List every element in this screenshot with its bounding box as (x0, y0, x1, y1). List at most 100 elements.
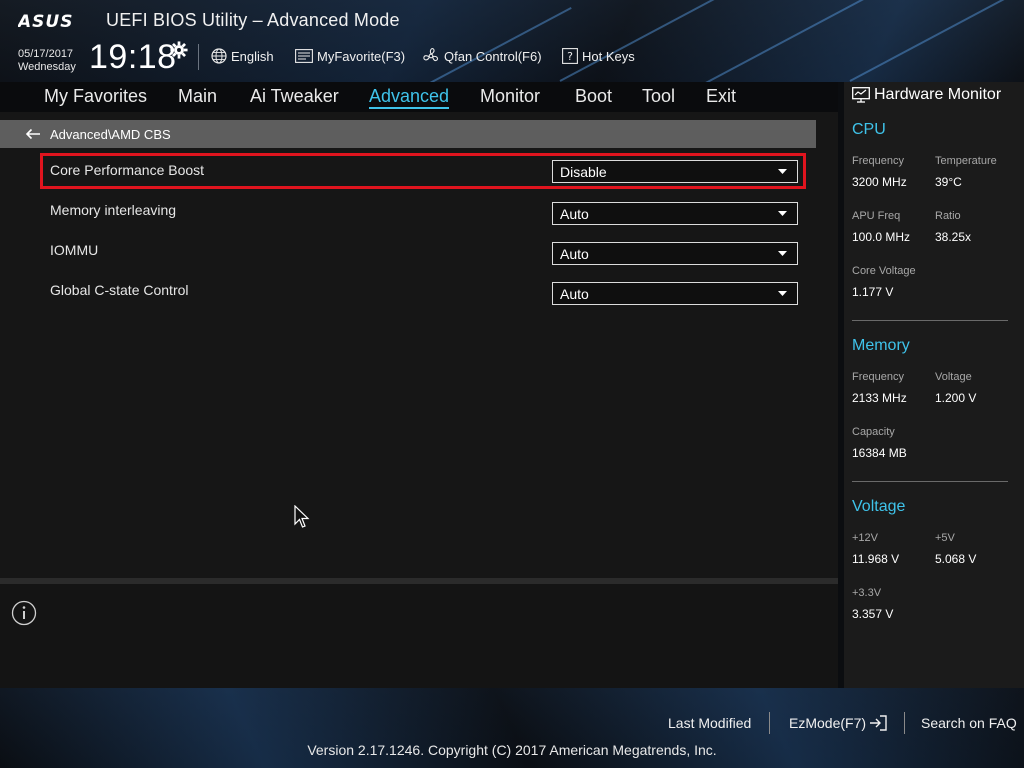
memory-voltage-value: 1.200 V (935, 391, 977, 405)
setting-row-global-c-state-control[interactable]: Global C-state Control Auto (40, 273, 806, 309)
setting-dropdown[interactable]: Auto (552, 202, 798, 225)
memory-frequency-label: Frequency (852, 371, 904, 383)
hardware-monitor-label: Hardware Monitor (874, 86, 1002, 103)
date-display: 05/17/2017 Wednesday (18, 48, 76, 74)
header-bar: ASUS UEFI BIOS Utility – Advanced Mode 0… (0, 0, 1024, 82)
tab-tool[interactable]: Tool (642, 86, 675, 107)
date-text: 05/17/2017 (18, 48, 74, 60)
exit-to-ezmode-icon (870, 715, 887, 731)
tab-ai-tweaker[interactable]: Ai Tweaker (250, 86, 339, 107)
info-icon (11, 600, 37, 626)
setting-row-iommu[interactable]: IOMMU Auto (40, 233, 806, 269)
setting-value: Disable (560, 164, 607, 180)
v12-label: +12V (852, 532, 878, 544)
setting-label: Core Performance Boost (50, 162, 205, 178)
setting-label: IOMMU (50, 242, 99, 258)
cpu-frequency-value: 3200 MHz (852, 175, 907, 189)
tab-advanced[interactable]: Advanced (369, 86, 450, 109)
qfan-control-button[interactable]: Qfan Control(F6) (422, 47, 542, 65)
v12-value: 11.968 V (852, 552, 900, 566)
decor-streak (559, 0, 791, 82)
app-title: UEFI BIOS Utility – Advanced Mode (106, 10, 400, 30)
hardware-monitor-title: Hardware Monitor (852, 86, 1001, 104)
ratio-label: Ratio (935, 210, 961, 222)
back-arrow-icon[interactable] (25, 128, 41, 140)
globe-icon (211, 48, 227, 64)
ezmode-button[interactable]: EzMode(F7) (789, 715, 887, 731)
cpu-temperature-value: 39°C (935, 175, 962, 189)
setting-row-core-performance-boost[interactable]: Core Performance Boost Disable (40, 153, 806, 189)
cpu-frequency-label: Frequency (852, 155, 904, 167)
setting-label: Memory interleaving (50, 202, 177, 218)
footer-divider (769, 712, 770, 734)
apu-freq-label: APU Freq (852, 210, 901, 222)
language-button[interactable]: English (211, 47, 274, 65)
breadcrumb[interactable]: Advanced\AMD CBS (0, 120, 816, 148)
last-modified-button[interactable]: Last Modified (668, 715, 751, 731)
decor-streak (429, 7, 572, 82)
dropdown-arrow-icon (778, 291, 787, 296)
monitor-icon (852, 87, 870, 103)
main-nav: My Favorites Main Ai Tweaker Advanced Mo… (0, 82, 838, 112)
memory-capacity-label: Capacity (852, 426, 895, 438)
hot-keys-button[interactable]: ? Hot Keys (562, 47, 635, 65)
memory-capacity-value: 16384 MB (852, 446, 907, 460)
tab-main[interactable]: Main (178, 86, 217, 107)
tab-boot[interactable]: Boot (575, 86, 612, 107)
tab-monitor[interactable]: Monitor (480, 86, 540, 107)
memory-frequency-value: 2133 MHz (852, 391, 907, 405)
decor-streak (699, 0, 878, 82)
apu-freq-value: 100.0 MHz (852, 230, 911, 244)
footer-divider (904, 712, 905, 734)
v5-label: +5V (935, 532, 955, 544)
fan-icon (423, 48, 439, 62)
core-voltage-label: Core Voltage (852, 265, 916, 277)
help-panel (0, 584, 838, 688)
ratio-value: 38.25x (935, 230, 972, 244)
settings-panel: Advanced\AMD CBS Core Performance Boost … (0, 112, 838, 578)
v33-label: +3.3V (852, 587, 882, 599)
memory-heading: Memory (852, 337, 910, 354)
setting-dropdown[interactable]: Disable (552, 160, 798, 183)
svg-text:?: ? (567, 50, 573, 63)
setting-value: Auto (560, 246, 589, 262)
section-divider (852, 481, 1008, 482)
help-key-icon: ? (562, 48, 578, 64)
copyright-text: Version 2.17.1246. Copyright (C) 2017 Am… (307, 742, 717, 758)
footer-bar: Last Modified EzMode(F7) Search on FAQ V… (0, 688, 1024, 768)
dropdown-arrow-icon (778, 211, 787, 216)
clock-time: 19:18 (89, 38, 177, 76)
setting-row-memory-interleaving[interactable]: Memory interleaving Auto (40, 193, 806, 229)
weekday-text: Wednesday (18, 61, 76, 73)
myfavorite-label: MyFavorite(F3) (317, 48, 406, 64)
decor-streak (849, 0, 1024, 82)
section-divider (852, 320, 1008, 321)
setting-value: Auto (560, 206, 589, 222)
memory-voltage-label: Voltage (935, 371, 972, 383)
mouse-cursor-icon (294, 505, 310, 528)
ezmode-label: EzMode(F7) (789, 715, 867, 731)
qfan-label: Qfan Control(F6) (444, 48, 542, 64)
cpu-temperature-label: Temperature (935, 155, 997, 167)
setting-dropdown[interactable]: Auto (552, 282, 798, 305)
language-label: English (231, 48, 274, 64)
setting-label: Global C-state Control (50, 282, 189, 298)
svg-text:ASUS: ASUS (18, 12, 73, 30)
voltage-heading: Voltage (852, 498, 906, 515)
asus-logo: ASUS (18, 12, 73, 30)
hot-keys-label: Hot Keys (582, 48, 635, 64)
v5-value: 5.068 V (935, 552, 977, 566)
gear-icon[interactable] (170, 41, 188, 59)
v33-value: 3.357 V (852, 607, 894, 621)
hardware-monitor-panel: Hardware Monitor CPU Frequency Temperatu… (844, 82, 1024, 688)
tab-my-favorites[interactable]: My Favorites (44, 86, 147, 107)
breadcrumb-path: Advanced\AMD CBS (50, 126, 171, 142)
core-voltage-value: 1.177 V (852, 285, 894, 299)
favorite-list-icon (295, 49, 313, 63)
setting-dropdown[interactable]: Auto (552, 242, 798, 265)
search-faq-button[interactable]: Search on FAQ (921, 715, 1017, 731)
myfavorite-button[interactable]: MyFavorite(F3) (295, 47, 405, 65)
tab-exit[interactable]: Exit (706, 86, 736, 107)
dropdown-arrow-icon (778, 251, 787, 256)
setting-value: Auto (560, 286, 589, 302)
